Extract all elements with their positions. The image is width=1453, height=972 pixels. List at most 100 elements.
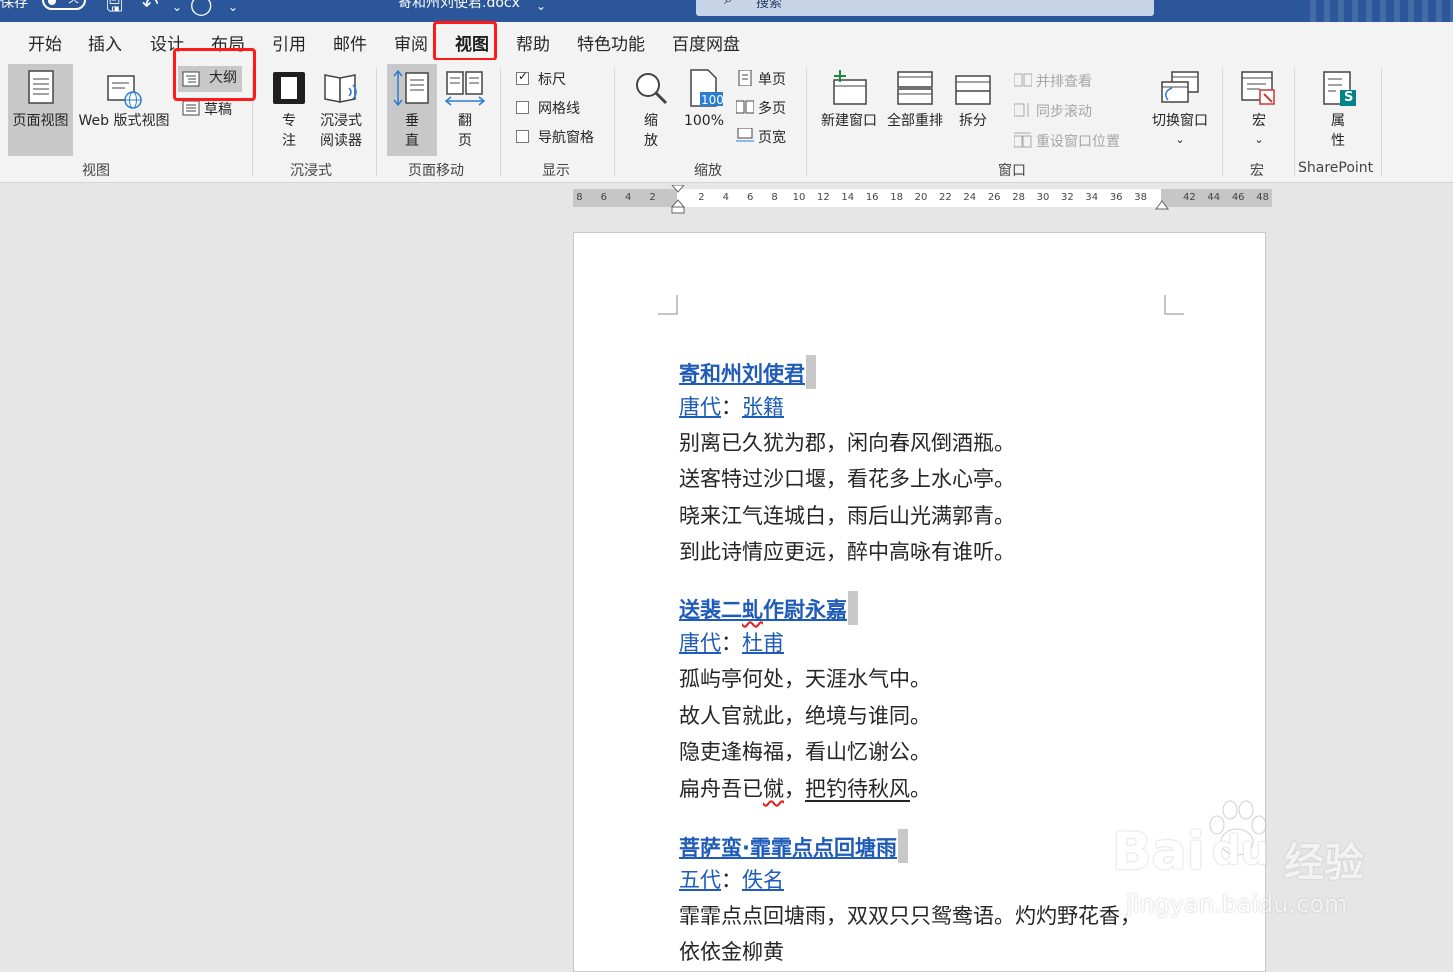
- navigation-pane-checkbox[interactable]: 导航窗格: [516, 127, 594, 147]
- title-dropdown-icon[interactable]: ⌄: [536, 0, 546, 16]
- dynasty-link[interactable]: 唐代: [679, 631, 721, 655]
- tab-insert[interactable]: 插入: [88, 30, 122, 55]
- poem-line: 晓来江气连城白，雨后山光满郭青。: [679, 504, 1015, 528]
- zoom-100-button[interactable]: 100 100%: [680, 64, 728, 156]
- tab-references[interactable]: 引用: [272, 30, 306, 55]
- gridlines-checkbox[interactable]: 网格线: [516, 98, 580, 118]
- dynasty-link[interactable]: 唐代: [679, 395, 721, 419]
- switch-windows-button[interactable]: 切换窗口 ⌄: [1146, 64, 1214, 156]
- tab-review[interactable]: 审阅: [394, 30, 428, 55]
- poem-line: 送客特过沙口堰，看花多上水心亭。: [679, 467, 1015, 491]
- macros-button[interactable]: 宏 ⌄: [1234, 64, 1284, 156]
- undo-dropdown-icon[interactable]: ⌄: [172, 0, 182, 17]
- split-button[interactable]: 拆分: [950, 64, 996, 156]
- tab-special-features[interactable]: 特色功能: [577, 30, 645, 55]
- ribbon: 页面视图 Web 版式视图 大纲 草稿 视图 专 注 沉浸式 阅读器 沉浸式 垂…: [0, 60, 1453, 183]
- separator: [252, 68, 253, 176]
- multiple-pages-label: 多页: [758, 101, 786, 117]
- horizontal-ruler[interactable]: 8 6 4 2 2 4 6 8 10 12 14 16 18 20 22 24 26 28 30 32 34 36 38 42…: [573, 185, 1272, 214]
- author-separator: ：: [721, 868, 742, 892]
- tab-view[interactable]: 视图: [455, 30, 489, 61]
- spelling-flag: 虬: [742, 598, 763, 622]
- document-page[interactable]: 寄和州刘使君 唐代：张籍 别离已久犹为郡，闲向春风倒酒瓶。 送客特过沙口堰，看花…: [573, 232, 1266, 972]
- dynasty-link[interactable]: 五代: [679, 868, 721, 892]
- ruler-number: 14: [841, 192, 855, 203]
- immersive-reader-button[interactable]: 沉浸式 阅读器: [314, 64, 368, 156]
- undo-icon[interactable]: ↶: [142, 0, 159, 14]
- author-separator: ：: [721, 631, 742, 655]
- focus-button[interactable]: 专 注: [266, 64, 312, 156]
- side-to-side-label-2: 页: [458, 133, 472, 149]
- view-side-by-side-button[interactable]: 并排查看: [1014, 69, 1114, 93]
- web-layout-button[interactable]: Web 版式视图: [74, 64, 174, 156]
- ruler-checkbox[interactable]: ✓ 标尺: [516, 69, 566, 89]
- ruler-number: 8: [576, 192, 583, 203]
- show-group-label: 显示: [542, 163, 570, 179]
- side-to-side-icon: [444, 71, 486, 106]
- author-separator: ：: [721, 395, 742, 419]
- poem-title-text[interactable]: 菩萨蛮·霏霏点点回塘雨: [679, 836, 897, 860]
- save-icon[interactable]: 🖫: [106, 0, 123, 14]
- ruler-number: 20: [914, 192, 928, 203]
- zoom-button[interactable]: 缩 放: [628, 64, 674, 156]
- hundred-icon-text: 100: [701, 93, 724, 107]
- ruler-number: 12: [817, 192, 830, 203]
- tab-design[interactable]: 设计: [150, 30, 184, 55]
- new-window-button[interactable]: 新建窗口: [816, 64, 882, 156]
- web-layout-label: Web 版式视图: [78, 113, 170, 129]
- ruler-label: 标尺: [538, 72, 566, 88]
- side-to-side-label-1: 翻: [458, 113, 472, 129]
- poem-title[interactable]: 菩萨蛮·霏霏点点回塘雨: [679, 829, 908, 863]
- ruler-number: 44: [1207, 192, 1221, 203]
- poem-author: 五代：佚名: [679, 865, 784, 895]
- author-link[interactable]: 佚名: [742, 868, 784, 892]
- switch-windows-dropdown-icon: ⌄: [1175, 133, 1185, 146]
- macros-dropdown-icon: ⌄: [1254, 133, 1264, 146]
- draft-button[interactable]: 草稿: [182, 97, 242, 121]
- outline-label: 大纲: [209, 70, 237, 86]
- underlined-phrase[interactable]: 把钓待秋风: [805, 777, 910, 801]
- print-layout-button[interactable]: 页面视图: [8, 64, 73, 156]
- title-part: 送裴二: [679, 598, 742, 622]
- immersive-reader-label-1: 沉浸式: [320, 113, 362, 129]
- page-width-button[interactable]: 页宽: [736, 125, 796, 149]
- indent-marker[interactable]: [671, 185, 685, 215]
- reset-window-position-button[interactable]: 重设窗口位置: [1014, 129, 1134, 153]
- poem-title-text[interactable]: 寄和州刘使君: [679, 362, 805, 386]
- tab-home[interactable]: 开始: [28, 30, 62, 55]
- focus-icon: [273, 72, 305, 104]
- properties-button[interactable]: S 属 性: [1310, 64, 1366, 156]
- one-page-button[interactable]: 单页: [736, 67, 796, 91]
- customize-toolbar-icon[interactable]: ⌄: [228, 0, 238, 17]
- ruler-number: 10: [792, 192, 806, 203]
- author-link[interactable]: 张籍: [742, 395, 784, 419]
- vertical-button[interactable]: 垂 直: [387, 64, 437, 156]
- synchronous-scrolling-button[interactable]: 同步滚动: [1014, 99, 1114, 123]
- switch-windows-icon: [1161, 71, 1199, 103]
- view-side-by-side-label: 并排查看: [1036, 74, 1092, 90]
- poem-title[interactable]: 送裴二虬作尉永嘉: [679, 591, 858, 625]
- tab-baidu-netdisk[interactable]: 百度网盘: [672, 30, 740, 55]
- poem-line: 孤屿亭何处，天涯水气中。: [679, 667, 931, 691]
- poem-title-text[interactable]: 送裴二虬作尉永嘉: [679, 598, 847, 622]
- right-indent-marker[interactable]: [1155, 199, 1169, 211]
- ruler-number: 38: [1134, 192, 1147, 203]
- poem-line: 故人官就此，绝境与谁同。: [679, 704, 931, 728]
- tab-mailings[interactable]: 邮件: [333, 30, 367, 55]
- outline-button[interactable]: 大纲: [178, 66, 242, 92]
- ruler-number: 2: [698, 192, 705, 203]
- ruler-number: 16: [865, 192, 879, 203]
- tab-help[interactable]: 帮助: [516, 30, 550, 55]
- poem-title[interactable]: 寄和州刘使君: [679, 355, 816, 389]
- autosave-toggle[interactable]: 关: [42, 0, 86, 10]
- touch-mode-icon[interactable]: ◯: [190, 0, 212, 14]
- arrange-all-button[interactable]: 全部重排: [882, 64, 948, 156]
- gridlines-checkbox-box: [516, 101, 529, 114]
- author-link[interactable]: 杜甫: [742, 631, 784, 655]
- one-page-label: 单页: [758, 72, 786, 88]
- page-width-label: 页宽: [758, 130, 786, 146]
- search-box[interactable]: ⌕ 搜索: [696, 0, 1154, 16]
- tab-layout[interactable]: 布局: [211, 30, 245, 55]
- multiple-pages-button[interactable]: 多页: [736, 96, 796, 120]
- side-to-side-button[interactable]: 翻 页: [440, 64, 490, 156]
